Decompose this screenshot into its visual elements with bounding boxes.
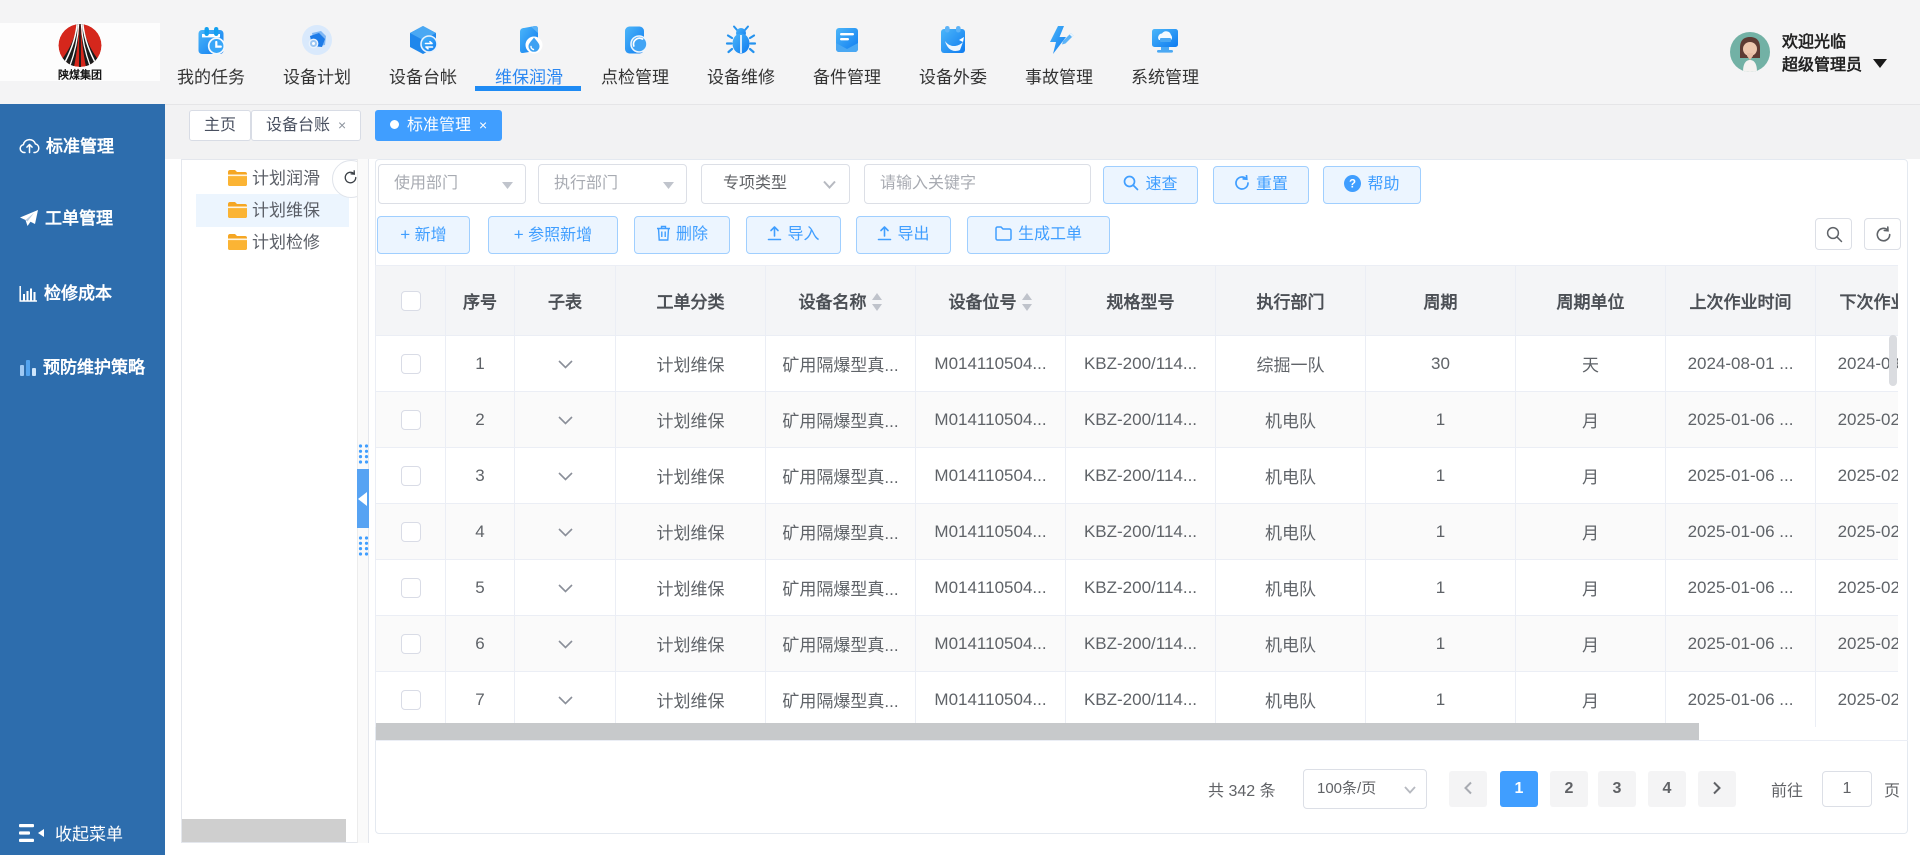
svg-text:陕煤集团: 陕煤集团	[58, 68, 102, 82]
svg-text:?: ?	[1349, 179, 1356, 191]
